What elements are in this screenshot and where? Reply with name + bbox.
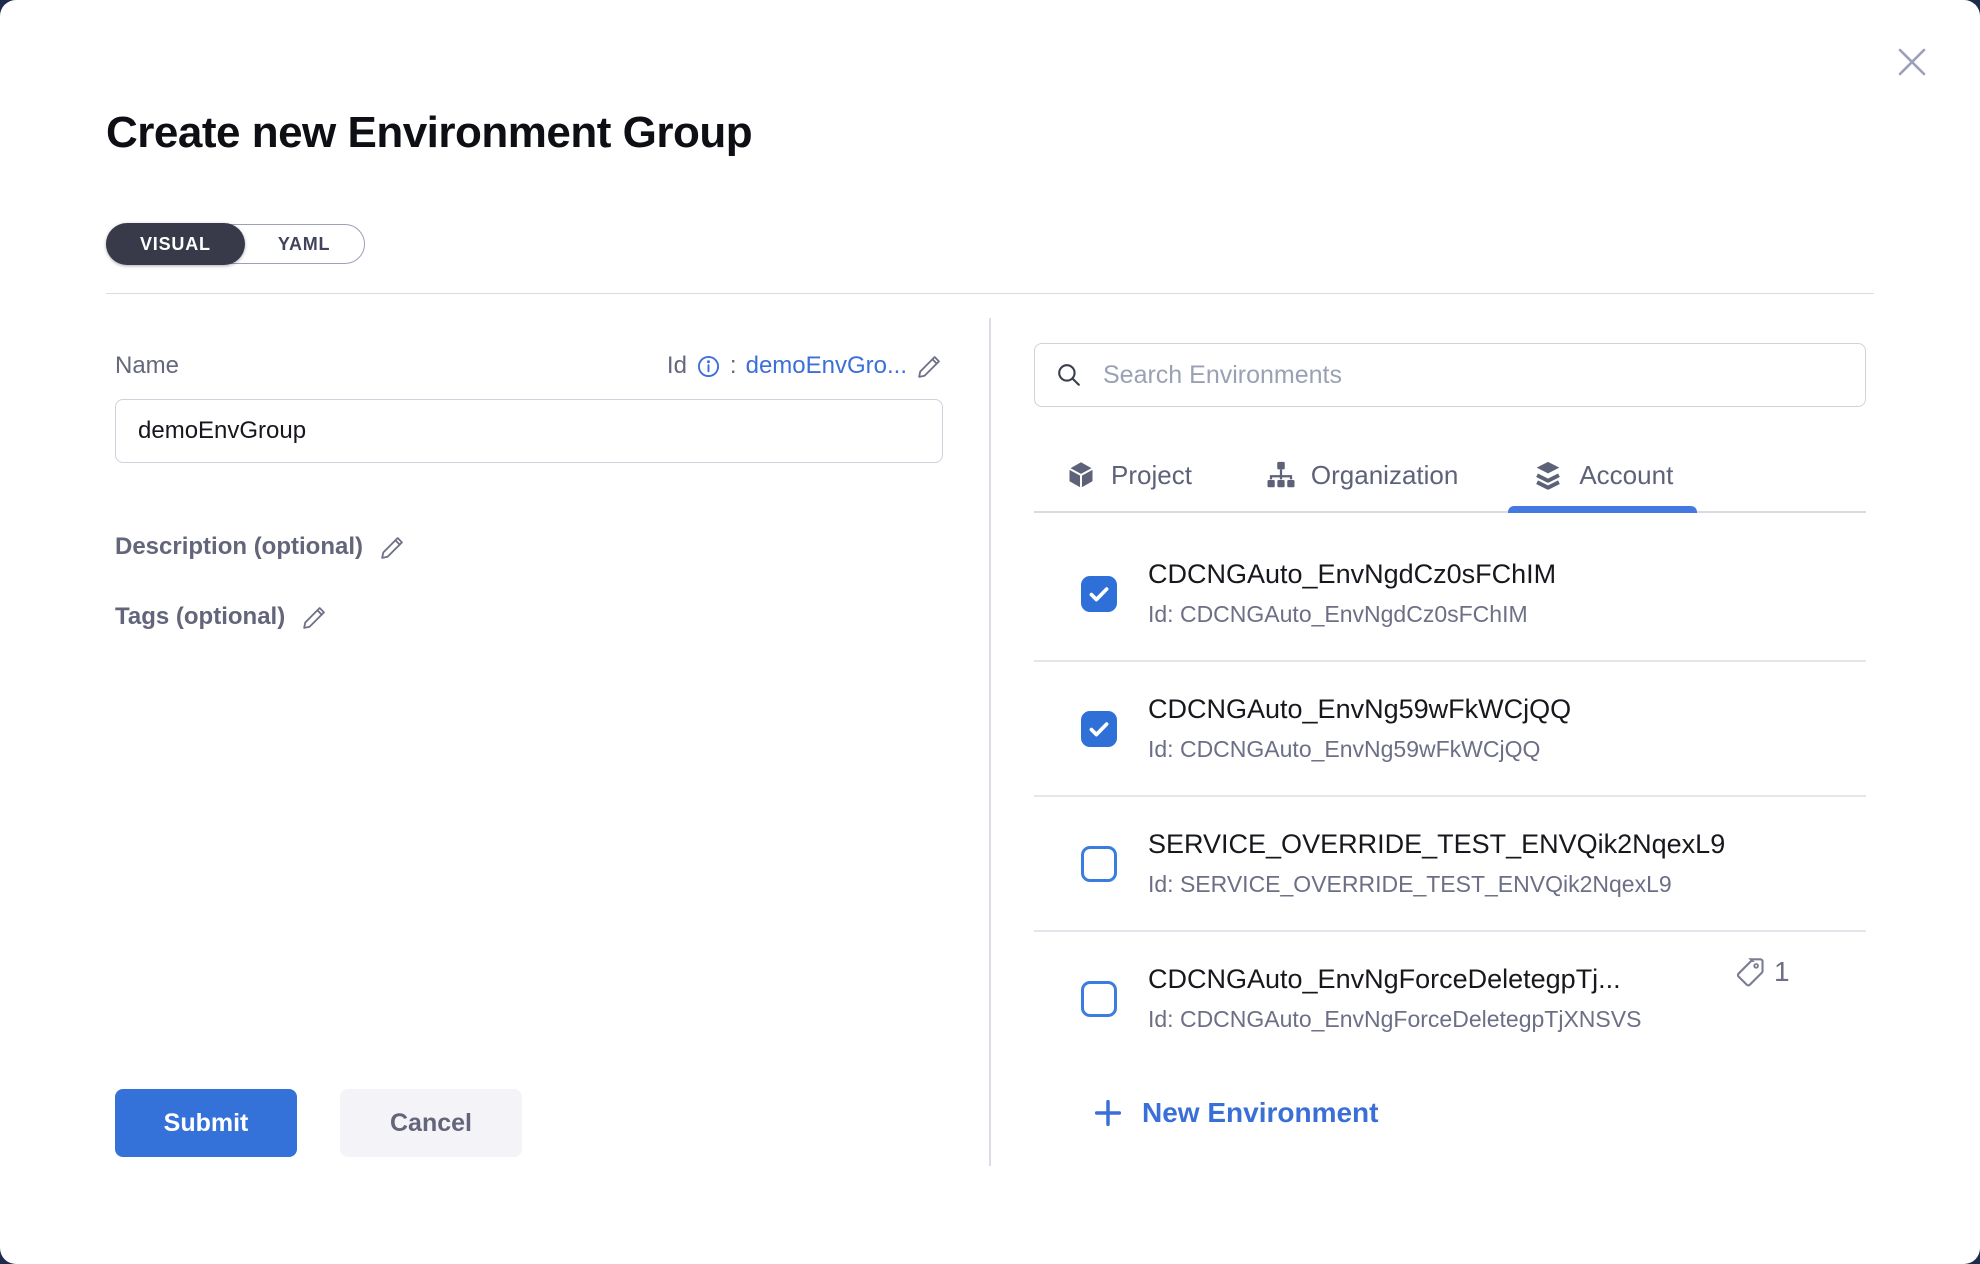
edit-description-icon[interactable] [379, 534, 406, 561]
new-environment-button[interactable]: New Environment [1092, 1097, 1378, 1129]
environment-row[interactable]: CDCNGAuto_EnvNgdCz0sFChIM Id: CDCNGAuto_… [1034, 527, 1866, 662]
environment-row[interactable]: SERVICE_OVERRIDE_TEST_ENVQik2NqexL9 Id: … [1034, 797, 1866, 932]
tab-project-label: Project [1111, 460, 1192, 491]
id-value-link[interactable]: demoEnvGro... [746, 352, 907, 380]
environment-text: CDCNGAuto_EnvNgForceDeletegpTj... Id: CD… [1148, 964, 1641, 1033]
env-group-form: Name Id : demoEnvGro... [115, 348, 943, 463]
description-label: Description (optional) [115, 533, 363, 561]
environment-checkbox[interactable] [1081, 576, 1117, 612]
environment-name: SERVICE_OVERRIDE_TEST_ENVQik2NqexL9 [1148, 829, 1725, 860]
tab-account-label: Account [1579, 460, 1673, 491]
tab-project[interactable]: Project [1066, 439, 1192, 511]
account-layers-icon [1532, 459, 1564, 491]
tag-count: 1 [1774, 956, 1790, 988]
tab-account[interactable]: Account [1532, 439, 1673, 511]
header-divider [106, 293, 1874, 294]
environments-panel: Project Organization Account [1034, 343, 1866, 1134]
search-environments-input[interactable] [1101, 360, 1845, 391]
environment-text: CDCNGAuto_EnvNg59wFkWCjQQ Id: CDCNGAuto_… [1148, 694, 1571, 763]
close-icon[interactable] [1890, 40, 1934, 84]
new-environment-label: New Environment [1142, 1097, 1378, 1129]
page-title: Create new Environment Group [106, 108, 752, 158]
tab-organization-label: Organization [1311, 460, 1458, 491]
environment-row[interactable]: CDCNGAuto_EnvNgForceDeletegpTj... Id: CD… [1034, 932, 1866, 1039]
name-field-header: Name Id : demoEnvGro... [115, 348, 943, 384]
tag-count-badge: 1 [1734, 956, 1790, 988]
environment-id: Id: CDCNGAuto_EnvNgdCz0sFChIM [1148, 601, 1556, 628]
name-input[interactable] [115, 399, 943, 463]
tags-field: Tags (optional) [115, 603, 328, 631]
create-env-group-modal: Create new Environment Group VISUAL YAML… [0, 0, 1980, 1264]
description-field: Description (optional) [115, 533, 406, 561]
environment-checkbox[interactable] [1081, 846, 1117, 882]
environment-checkbox[interactable] [1081, 981, 1117, 1017]
info-icon[interactable] [696, 354, 721, 379]
search-box [1034, 343, 1866, 407]
name-label: Name [115, 352, 179, 380]
environment-text: SERVICE_OVERRIDE_TEST_ENVQik2NqexL9 Id: … [1148, 829, 1725, 898]
environment-name: CDCNGAuto_EnvNg59wFkWCjQQ [1148, 694, 1571, 725]
plus-icon [1092, 1097, 1124, 1129]
visual-yaml-toggle: VISUAL YAML [106, 224, 365, 264]
environment-id: Id: CDCNGAuto_EnvNgForceDeletegpTjXNSVS [1148, 1006, 1641, 1033]
organization-hierarchy-icon [1266, 460, 1296, 490]
tag-icon [1734, 956, 1766, 988]
project-cube-icon [1066, 460, 1096, 490]
submit-button[interactable]: Submit [115, 1089, 297, 1157]
tags-label: Tags (optional) [115, 603, 285, 631]
id-label: Id [667, 352, 687, 380]
environment-name: CDCNGAuto_EnvNgdCz0sFChIM [1148, 559, 1556, 590]
environment-name: CDCNGAuto_EnvNgForceDeletegpTj... [1148, 964, 1641, 995]
search-icon [1055, 361, 1083, 389]
environment-text: CDCNGAuto_EnvNgdCz0sFChIM Id: CDCNGAuto_… [1148, 559, 1556, 628]
environment-id: Id: CDCNGAuto_EnvNg59wFkWCjQQ [1148, 736, 1571, 763]
id-separator: : [730, 352, 737, 380]
toggle-yaml[interactable]: YAML [244, 224, 365, 264]
tab-organization[interactable]: Organization [1266, 439, 1458, 511]
toggle-visual[interactable]: VISUAL [106, 223, 245, 265]
environment-id: Id: SERVICE_OVERRIDE_TEST_ENVQik2NqexL9 [1148, 871, 1725, 898]
environment-list: CDCNGAuto_EnvNgdCz0sFChIM Id: CDCNGAuto_… [1034, 513, 1866, 1039]
environment-row[interactable]: CDCNGAuto_EnvNg59wFkWCjQQ Id: CDCNGAuto_… [1034, 662, 1866, 797]
id-row: Id : demoEnvGro... [667, 352, 943, 380]
edit-id-icon[interactable] [916, 353, 943, 380]
edit-tags-icon[interactable] [301, 604, 328, 631]
scope-tabs: Project Organization Account [1034, 439, 1866, 513]
environment-checkbox[interactable] [1081, 711, 1117, 747]
cancel-button[interactable]: Cancel [340, 1089, 522, 1157]
column-divider [989, 318, 991, 1166]
